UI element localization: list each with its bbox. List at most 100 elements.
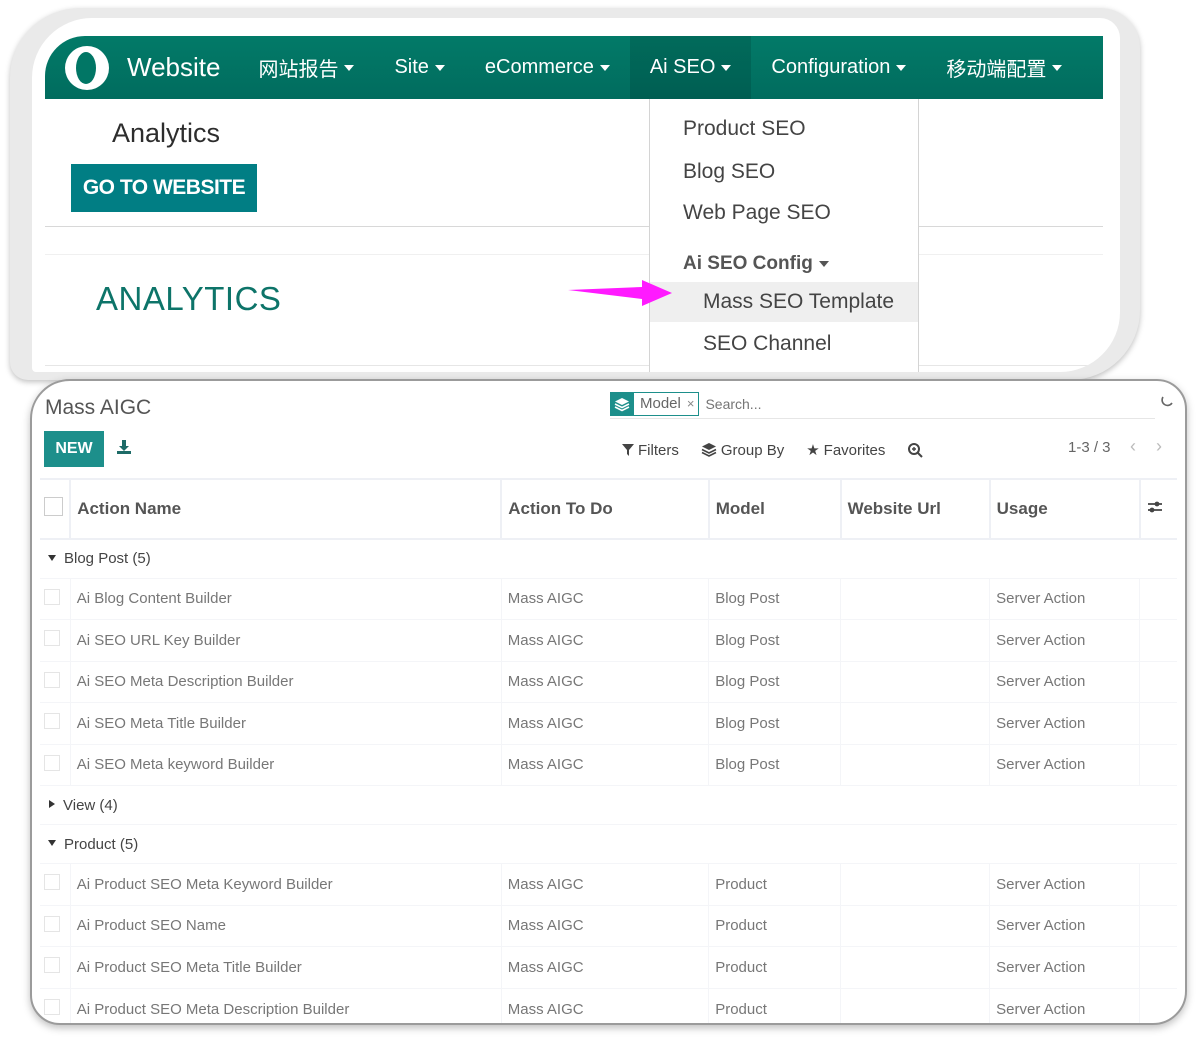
cell-action-to-do[interactable]: Mass AIGC	[501, 702, 710, 744]
cell-action-name[interactable]: Ai SEO URL Key Builder	[70, 619, 502, 661]
row-checkbox[interactable]	[44, 999, 60, 1015]
cell-action-name[interactable]: Ai SEO Meta Description Builder	[70, 660, 502, 703]
group-by-button[interactable]: Group By	[701, 442, 784, 459]
cell-model[interactable]: Product	[708, 946, 842, 988]
group-row[interactable]: View (4)	[40, 785, 1177, 825]
menu-item-product-seo[interactable]: Product SEO	[683, 117, 806, 141]
new-button[interactable]: NEW	[44, 431, 104, 467]
group-row[interactable]: Product (5)	[40, 824, 1177, 864]
cell-action-name[interactable]: Ai Blog Content Builder	[70, 577, 502, 620]
refresh-icon[interactable]	[1160, 394, 1174, 408]
cell-action-to-do[interactable]: Mass AIGC	[501, 987, 710, 1023]
table-row[interactable]: Ai Product SEO Meta Keyword Builder Mass …	[40, 863, 1177, 905]
nav-menu-ecommerce[interactable]: eCommerce	[465, 36, 630, 99]
cell-usage[interactable]: Server Action	[989, 904, 1141, 947]
table-row[interactable]: Ai SEO Meta keyword Builder Mass AIGC Blog…	[40, 743, 1177, 786]
cell-action-to-do[interactable]: Mass AIGC	[501, 660, 710, 703]
group-cell[interactable]: Blog Post (5)	[40, 538, 1177, 578]
group-cell[interactable]: View (4)	[40, 785, 1177, 825]
cell-usage[interactable]: Server Action	[989, 863, 1141, 905]
cell-action-to-do[interactable]: Mass AIGC	[501, 743, 710, 786]
cell-action-to-do[interactable]: Mass AIGC	[501, 946, 710, 988]
search-zoom-icon[interactable]	[907, 442, 924, 458]
table-row[interactable]: Ai Blog Content Builder Mass AIGC Blog Pos…	[40, 577, 1177, 620]
app-brand[interactable]: Website	[127, 52, 220, 83]
column-header-website-url[interactable]: Website Url	[840, 478, 991, 540]
table-row[interactable]: Ai SEO URL Key Builder Mass AIGC Blog Post…	[40, 619, 1177, 661]
column-header-action-to-do[interactable]: Action To Do	[501, 478, 710, 540]
column-settings-icon[interactable]	[1147, 500, 1163, 514]
group-cell[interactable]: Product (5)	[40, 824, 1177, 864]
cell-website-url[interactable]	[840, 743, 991, 786]
row-checkbox[interactable]	[44, 915, 60, 932]
nav-menu-site[interactable]: Site	[374, 36, 464, 99]
search-facet-model[interactable]: Model ×	[610, 391, 700, 416]
row-checkbox[interactable]	[44, 874, 60, 891]
pager-next-icon[interactable]: ›	[1156, 436, 1162, 457]
cell-website-url[interactable]	[840, 702, 991, 744]
cell-model[interactable]: Blog Post	[708, 660, 842, 703]
row-checkbox[interactable]	[44, 713, 60, 730]
nav-menu-ai-seo[interactable]: Ai SEO	[629, 36, 752, 99]
pager-previous-icon[interactable]: ‹	[1130, 436, 1136, 457]
cell-usage[interactable]: Server Action	[989, 702, 1141, 744]
cell-action-name[interactable]: Ai Product SEO Meta Keyword Builder	[70, 863, 502, 905]
cell-model[interactable]: Blog Post	[708, 619, 842, 661]
row-checkbox[interactable]	[44, 754, 60, 771]
cell-website-url[interactable]	[840, 904, 991, 947]
cell-website-url[interactable]	[840, 660, 991, 703]
cell-website-url[interactable]	[840, 863, 991, 905]
odoo-logo-icon[interactable]	[65, 45, 109, 90]
menu-section-ai-seo-config[interactable]: Ai SEO Config	[683, 253, 829, 275]
cell-action-name[interactable]: Ai Product SEO Meta Description Builder	[70, 987, 502, 1023]
cell-model[interactable]: Blog Post	[708, 743, 842, 786]
row-checkbox[interactable]	[44, 671, 60, 688]
column-header-model[interactable]: Model	[708, 478, 842, 540]
cell-action-name[interactable]: Ai SEO Meta keyword Builder	[70, 743, 502, 786]
column-header-action-name[interactable]: Action Name	[70, 478, 503, 540]
row-checkbox[interactable]	[44, 957, 60, 974]
cell-model[interactable]: Product	[708, 904, 842, 947]
go-to-website-button[interactable]: GO TO WEBSITE	[71, 164, 257, 212]
cell-action-name[interactable]: Ai Product SEO Meta Title Builder	[70, 946, 502, 988]
filters-button[interactable]: Filters	[622, 442, 679, 459]
table-row[interactable]: Ai Product SEO Name Mass AIGC Product Serve…	[40, 904, 1177, 947]
cell-model[interactable]: Product	[708, 863, 842, 905]
nav-menu-mobile-config[interactable]: 移动端配置	[926, 36, 1082, 99]
cell-action-to-do[interactable]: Mass AIGC	[501, 619, 710, 661]
cell-action-name[interactable]: Ai SEO Meta Title Builder	[70, 702, 502, 744]
cell-usage[interactable]: Server Action	[989, 619, 1141, 661]
cell-usage[interactable]: Server Action	[989, 987, 1141, 1023]
group-row[interactable]: Blog Post (5)	[40, 538, 1177, 578]
facet-remove-icon[interactable]: ×	[687, 396, 699, 411]
table-row[interactable]: Ai Product SEO Meta Title Builder Mass AI…	[40, 946, 1177, 988]
menu-item-seo-channel[interactable]: SEO Channel	[650, 324, 918, 364]
menu-item-web-page-seo[interactable]: Web Page SEO	[683, 201, 831, 225]
row-checkbox[interactable]	[44, 588, 60, 605]
cell-action-to-do[interactable]: Mass AIGC	[501, 863, 710, 905]
nav-menu-configuration[interactable]: Configuration	[751, 36, 926, 99]
cell-action-to-do[interactable]: Mass AIGC	[501, 904, 710, 947]
download-icon[interactable]	[116, 439, 132, 455]
search-input[interactable]	[705, 395, 1086, 412]
cell-website-url[interactable]	[840, 619, 991, 661]
cell-website-url[interactable]	[840, 987, 991, 1023]
cell-usage[interactable]: Server Action	[989, 743, 1141, 786]
select-all-checkbox[interactable]	[44, 497, 63, 516]
column-header-usage[interactable]: Usage	[989, 478, 1141, 540]
cell-model[interactable]: Blog Post	[708, 702, 842, 744]
table-row[interactable]: Ai Product SEO Meta Description Builder M…	[40, 987, 1177, 1023]
cell-model[interactable]: Blog Post	[708, 577, 842, 620]
favorites-button[interactable]: ★ Favorites	[806, 441, 885, 460]
menu-item-mass-seo-template[interactable]: Mass SEO Template	[650, 282, 918, 322]
cell-usage[interactable]: Server Action	[989, 660, 1141, 703]
cell-website-url[interactable]	[840, 577, 991, 620]
row-checkbox[interactable]	[44, 630, 60, 647]
cell-action-name[interactable]: Ai Product SEO Name	[70, 904, 502, 947]
nav-menu-website-report[interactable]: 网站报告	[238, 36, 374, 99]
cell-model[interactable]: Product	[708, 987, 842, 1023]
table-row[interactable]: Ai SEO Meta Description Builder Mass AIGC…	[40, 660, 1177, 703]
cell-usage[interactable]: Server Action	[989, 577, 1141, 620]
cell-usage[interactable]: Server Action	[989, 946, 1141, 988]
cell-action-to-do[interactable]: Mass AIGC	[501, 577, 710, 620]
